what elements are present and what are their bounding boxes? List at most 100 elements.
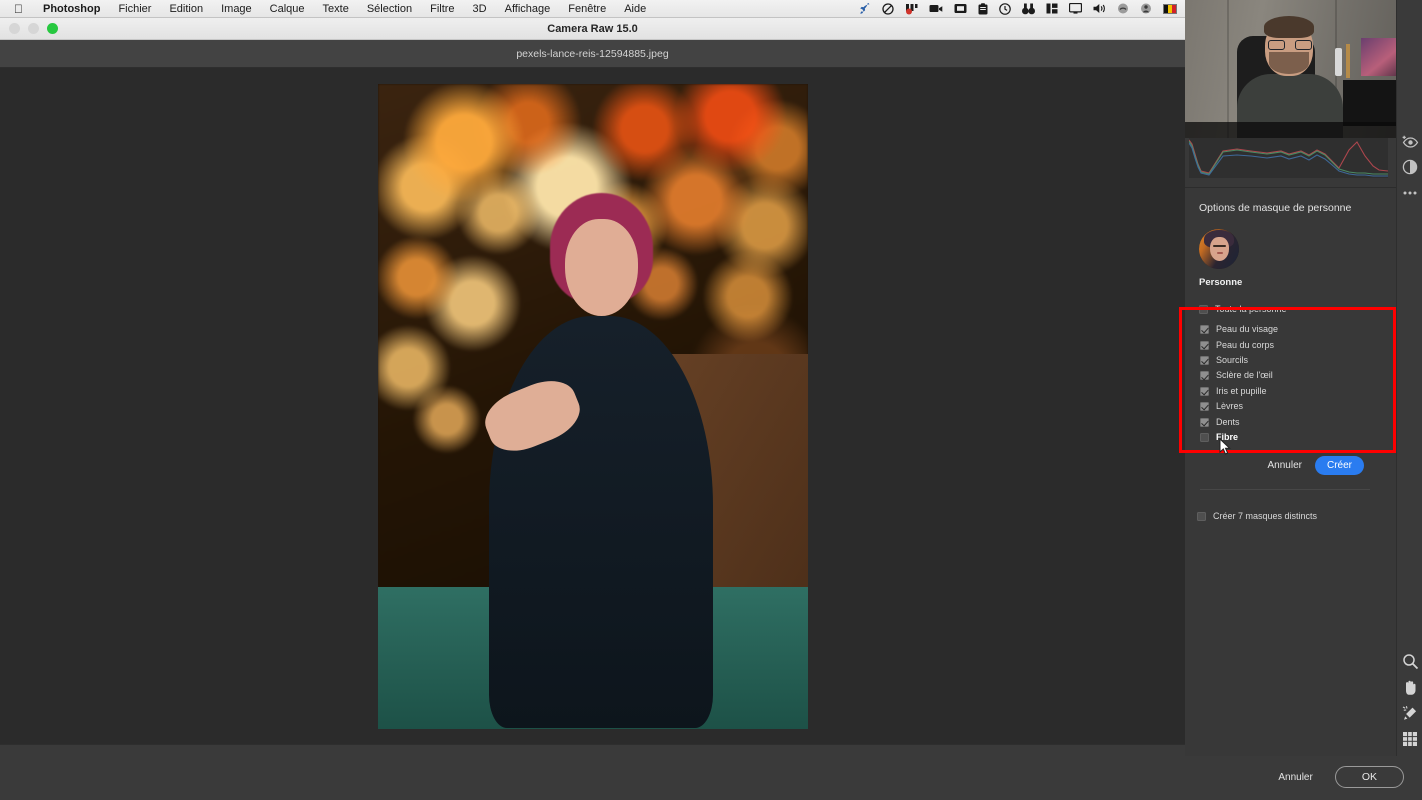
checkbox-peau-du-visage-label: Peau du visage xyxy=(1216,324,1279,335)
checkbox-sclere-de-l-oeil-box[interactable] xyxy=(1200,371,1209,381)
menu-item-fenetre[interactable]: Fenêtre xyxy=(559,3,615,15)
image-subject-face xyxy=(564,218,638,316)
filename-label: pexels-lance-reis-12594885.jpeg xyxy=(516,47,669,60)
display-icon[interactable] xyxy=(954,3,967,14)
checkbox-sourcils[interactable]: Sourcils xyxy=(1200,353,1380,368)
checkbox-creer-masques-distincts[interactable]: Créer 7 masques distincts xyxy=(1197,512,1317,521)
rocket-icon[interactable] xyxy=(859,2,871,15)
camera-raw-window: Camera Raw 15.0 pexels-lance-reis-125948… xyxy=(0,18,1185,800)
eye-add-icon[interactable] xyxy=(1397,128,1422,154)
volume-icon[interactable] xyxy=(1093,3,1106,14)
white-balance-eyedropper-icon[interactable] xyxy=(1397,700,1422,726)
checkbox-whole-person-label: Toute la personne xyxy=(1215,304,1287,314)
preview-image[interactable] xyxy=(377,83,808,729)
tool-group-bottom xyxy=(1397,648,1422,752)
image-canvas[interactable] xyxy=(0,68,1185,744)
checkbox-levres-box[interactable] xyxy=(1200,402,1209,412)
menu-item-aide[interactable]: Aide xyxy=(615,3,655,15)
binoculars-icon[interactable] xyxy=(1022,3,1035,15)
do-not-disturb-icon[interactable] xyxy=(882,2,894,15)
panel-title: Options de masque de personne xyxy=(1199,202,1352,214)
footer-ok-button[interactable]: OK xyxy=(1334,766,1404,788)
window-title: Camera Raw 15.0 xyxy=(547,22,638,35)
checkbox-dents-label: Dents xyxy=(1216,416,1240,427)
tool-group-top xyxy=(1397,128,1422,206)
checkbox-dents-box[interactable] xyxy=(1200,417,1209,427)
person-thumbnail-avatar[interactable] xyxy=(1199,229,1239,269)
checkbox-peau-du-corps-label: Peau du corps xyxy=(1216,339,1275,350)
grid-icon[interactable] xyxy=(1397,726,1422,752)
menu-item-calque[interactable]: Calque xyxy=(261,3,314,15)
avatar-face xyxy=(1210,237,1229,261)
checkbox-levres[interactable]: Lèvres xyxy=(1200,399,1380,414)
checkbox-iris-et-pupille-box[interactable] xyxy=(1200,386,1209,396)
screen-root:  Photoshop Fichier Edition Image Calque… xyxy=(0,0,1422,800)
mask-parts-list: Peau du visage Peau du corps Sourcils Sc… xyxy=(1200,322,1380,445)
checkbox-peau-du-corps[interactable]: Peau du corps xyxy=(1200,337,1380,352)
checkbox-iris-et-pupille[interactable]: Iris et pupille xyxy=(1200,384,1380,399)
wifi-icon[interactable] xyxy=(1117,3,1129,14)
menu-item-3d[interactable]: 3D xyxy=(464,3,496,15)
menu-item-texte[interactable]: Texte xyxy=(314,3,358,15)
dialog-footer: Annuler OK xyxy=(0,756,1422,800)
checkbox-sourcils-box[interactable] xyxy=(1200,355,1209,365)
macos-menubar:  Photoshop Fichier Edition Image Calque… xyxy=(0,0,1185,18)
person-mask-options-panel: Options de masque de personne Personne T… xyxy=(1185,188,1422,314)
histogram-curves xyxy=(1189,138,1388,178)
screen-record-icon[interactable] xyxy=(929,3,943,14)
webcam-bottle xyxy=(1335,48,1342,76)
person-label: Personne xyxy=(1199,277,1243,288)
menu-item-photoshop[interactable]: Photoshop xyxy=(34,3,109,15)
stats-icon[interactable] xyxy=(1046,3,1058,14)
menu-item-selection[interactable]: Sélection xyxy=(358,3,421,15)
checkbox-creer-masques-distincts-label: Créer 7 masques distincts xyxy=(1213,511,1318,521)
clock-icon[interactable] xyxy=(999,2,1011,15)
window-titlebar: Camera Raw 15.0 xyxy=(0,18,1185,40)
mask-circle-icon[interactable] xyxy=(1397,154,1422,180)
cancel-mask-button[interactable]: Annuler xyxy=(1268,460,1302,471)
checkbox-peau-du-visage[interactable]: Peau du visage xyxy=(1200,322,1380,337)
clipboard-icon[interactable] xyxy=(978,2,988,15)
more-options-icon[interactable] xyxy=(1397,180,1422,206)
monitor-icon[interactable] xyxy=(1069,3,1082,14)
checkbox-peau-du-corps-box[interactable] xyxy=(1200,340,1209,350)
person-thumbnail-group[interactable]: Personne xyxy=(1199,229,1408,288)
actions-divider xyxy=(1200,489,1370,490)
hand-icon[interactable] xyxy=(1397,674,1422,700)
checkbox-sourcils-label: Sourcils xyxy=(1216,354,1249,365)
zoom-icon[interactable] xyxy=(1397,648,1422,674)
checkbox-levres-label: Lèvres xyxy=(1216,401,1244,412)
checkbox-whole-person[interactable]: Toute la personne xyxy=(1199,305,1408,314)
menu-item-image[interactable]: Image xyxy=(212,3,261,15)
checkbox-creer-masques-distincts-box[interactable] xyxy=(1197,512,1206,521)
webcam-wall-seam xyxy=(1227,0,1229,138)
flag-belgium-icon[interactable] xyxy=(1163,3,1177,14)
checkbox-peau-du-visage-box[interactable] xyxy=(1200,325,1209,335)
checkbox-dents[interactable]: Dents xyxy=(1200,414,1380,429)
checkbox-sclere-de-l-oeil[interactable]: Sclère de l'œil xyxy=(1200,368,1380,383)
menu-item-edition[interactable]: Edition xyxy=(160,3,212,15)
checkbox-fibre-box[interactable] xyxy=(1200,432,1209,442)
webcam-person-beard xyxy=(1269,52,1309,74)
webcam-lamp xyxy=(1346,44,1350,78)
filename-bar: pexels-lance-reis-12594885.jpeg xyxy=(0,40,1185,68)
user-icon[interactable] xyxy=(1140,3,1152,14)
histogram[interactable] xyxy=(1189,138,1388,178)
checkbox-whole-person-box[interactable] xyxy=(1199,305,1208,314)
image-subject-body xyxy=(489,315,713,729)
menu-item-affichage[interactable]: Affichage xyxy=(496,3,560,15)
create-mask-button[interactable]: Créer xyxy=(1314,456,1364,475)
right-tool-strip xyxy=(1396,0,1422,800)
notification-badge-icon[interactable] xyxy=(905,3,918,15)
footer-actions: Annuler OK xyxy=(1278,766,1404,788)
webcam-overlay xyxy=(1185,0,1422,138)
menubar-tray xyxy=(859,2,1185,15)
footer-cancel-button[interactable]: Annuler xyxy=(1278,772,1312,783)
menu-item-filtre[interactable]: Filtre xyxy=(421,3,463,15)
mouse-cursor xyxy=(1219,437,1231,461)
webcam-person-glasses-icon xyxy=(1268,40,1312,50)
checkbox-sclere-de-l-oeil-label: Sclère de l'œil xyxy=(1216,370,1273,381)
avatar-eyes xyxy=(1213,245,1226,247)
apple-icon[interactable]:  xyxy=(0,3,34,15)
menu-item-fichier[interactable]: Fichier xyxy=(109,3,160,15)
